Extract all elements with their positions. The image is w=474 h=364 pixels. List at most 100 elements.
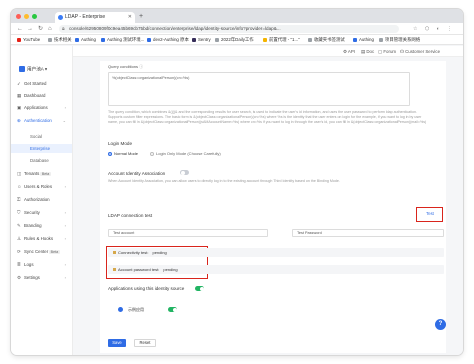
test-account-input[interactable]: Test account (108, 229, 268, 237)
sidebar-item-users-roles[interactable]: ☺ Users & Roles (17, 184, 52, 189)
sidebar-item-applications[interactable]: ▣ Applications (17, 105, 67, 111)
auth-icon: ⊕ (17, 118, 21, 123)
login-mode-only-radio[interactable]: Login Only Mode (Choose Carefully) (150, 151, 221, 156)
apps-icon: ▣ (17, 105, 22, 110)
support-link[interactable]: ☊ Customer Service (400, 46, 440, 57)
chevron-right-icon: › (64, 105, 66, 110)
chevron-right-icon: › (64, 184, 66, 189)
tenant-icon: ◫ (17, 171, 22, 176)
maximize-window-button[interactable] (32, 14, 37, 19)
home-icon[interactable]: ⌂ (48, 24, 52, 34)
bookmark-tech[interactable]: 技术相关 (48, 35, 72, 44)
app-enable-toggle[interactable] (168, 307, 177, 312)
bookmark-authing[interactable]: Authing (75, 35, 96, 44)
apps-using-source-toggle[interactable] (195, 286, 204, 291)
tab-bar: LDAP - Enterprise ✕ + (11, 9, 463, 23)
tab-close-icon[interactable]: ✕ (128, 12, 132, 23)
url-text: console/62950809f0c9ea45b69cb75bd/connec… (69, 26, 281, 31)
radio-checked-icon (108, 151, 112, 156)
bookmark-proxy[interactable]: 前置代理 - "1..." (263, 35, 300, 44)
address-bar[interactable]: 🔒︎ console/62950809f0c9ea45b69cb75bd/con… (59, 25, 399, 33)
bookmark-youtube[interactable]: YouTube (17, 35, 40, 44)
sidebar-item-dashboard[interactable]: ▦ Dashboard (17, 93, 45, 99)
save-button[interactable]: Save (108, 339, 126, 347)
settings-card: Query conditions ⓘ %(objectClass=organiz… (100, 61, 446, 353)
sidebar-item-sync-center[interactable]: ⟳ Sync Center Beta (17, 249, 60, 255)
reload-icon[interactable]: ↻ (38, 24, 43, 34)
query-conditions-help: The query condition, which combines &(|(… (108, 110, 427, 124)
bookmark-authing-2[interactable]: Authing (353, 35, 374, 44)
test-button[interactable]: Test (424, 210, 436, 218)
new-tab-icon[interactable]: + (139, 12, 143, 22)
sidebar-item-branding[interactable]: ✎ Branding (17, 223, 42, 229)
chevron-right-icon: › (64, 223, 66, 228)
main-content: Query conditions ⓘ %(objectClass=organiz… (73, 57, 463, 355)
sidebar-item-settings[interactable]: ⚙ Settings (17, 275, 40, 281)
favicon-icon (58, 15, 63, 20)
address-toolbar: ← → ↻ ⌂ 🔒︎ console/62950809f0c9ea45b69cb… (11, 23, 463, 35)
forum-link[interactable]: ▢ Forum (378, 46, 396, 57)
users-icon: ☺ (17, 184, 22, 189)
bookmark-sentry[interactable]: Sentry (192, 35, 211, 44)
bookmark-daily[interactable]: 2022年Daily工作 (215, 35, 254, 44)
app-logo-icon (118, 307, 123, 312)
sidebar-item-security[interactable]: ⛉ Security (17, 210, 40, 215)
back-icon[interactable]: ← (17, 24, 23, 34)
radio-unchecked-icon (150, 151, 154, 156)
sidebar-item-authorization[interactable]: ⚿ Authorization (17, 197, 50, 202)
bookmark-project[interactable]: 项目管理关系网络 (379, 35, 420, 44)
shield-icon: ⛉ (17, 210, 21, 215)
forward-icon[interactable]: → (27, 24, 33, 34)
userpool-switcher[interactable]: 用户池A ▾ (19, 66, 47, 73)
connectivity-status: pending (152, 250, 167, 255)
query-conditions-label: Query conditions ⓘ (108, 64, 144, 69)
chevron-right-icon: › (64, 275, 66, 280)
close-window-button[interactable] (16, 14, 21, 19)
bookmarks-bar: YouTube 技术相关 Authing Authing 测试环境... dev… (11, 35, 463, 45)
rocket-icon: ➶ (17, 81, 21, 86)
test-password-input[interactable]: Test Password (292, 229, 444, 237)
sidebar-sub-social[interactable]: Social (30, 134, 42, 139)
console-header: ⚙ API ▤ Doc ▢ Forum ☊ Customer Service (73, 46, 463, 57)
sidebar: 用户池A ▾ ➶ Get Started ▦ Dashboard ▣ Applicat… (11, 46, 73, 355)
account-association-help: When Account Identity Association, you c… (108, 179, 340, 183)
connectivity-test-row: Connectivity test: pending (108, 248, 444, 257)
userpool-logo-icon (19, 66, 25, 72)
chevron-right-icon: › (64, 210, 66, 215)
sidebar-sub-enterprise[interactable]: Enterprise (30, 146, 50, 151)
doc-link[interactable]: ▤ Doc (361, 46, 374, 57)
minimize-window-button[interactable] (24, 14, 29, 19)
reset-button[interactable]: Reset (134, 339, 156, 347)
beta-badge: Beta (40, 172, 51, 176)
sidebar-item-get-started[interactable]: ➶ Get Started (17, 81, 46, 87)
sidebar-item-rules-hooks[interactable]: ⚓︎ Rules & Hooks (17, 236, 53, 242)
browser-window: LDAP - Enterprise ✕ + ← → ↻ ⌂ 🔒︎ console… (11, 9, 463, 355)
api-link[interactable]: ⚙ API (343, 46, 355, 57)
apps-using-source-label: Applications using this identity source (108, 286, 185, 291)
gear-icon: ⚙ (17, 275, 21, 280)
key-icon: ⚿ (17, 197, 21, 202)
bookmark-dev2[interactable]: dev2-Authing 原本 (147, 35, 189, 44)
query-conditions-textarea[interactable]: %(objectClass=organizationalPerson)(cn=%… (108, 72, 410, 106)
account-password-test-row: Account password test: pending (108, 265, 444, 274)
status-icon (113, 268, 116, 271)
chevron-down-icon: ⌄ (62, 118, 66, 123)
account-password-status: pending (163, 267, 178, 272)
sidebar-item-tenants[interactable]: ◫ Tenants Beta (17, 171, 51, 177)
app-row: 示例应用 (118, 307, 144, 313)
login-mode-normal-radio[interactable]: Normal Mode (108, 151, 138, 156)
sidebar-sub-database[interactable]: Database (30, 158, 49, 163)
account-association-label: Account Identity Association (108, 171, 166, 176)
sidebar-item-logs[interactable]: ≣ Logs (17, 262, 34, 268)
account-association-toggle[interactable] (180, 170, 189, 175)
chevron-right-icon: › (64, 262, 66, 267)
bookmark-favorites[interactable]: 收藏夹书签测试 (308, 35, 345, 44)
sync-icon: ⟳ (17, 249, 21, 254)
beta-badge: Beta (49, 250, 60, 254)
extension-icons[interactable]: ☆ ⬡ ◐ ⋮ (413, 24, 455, 34)
brush-icon: ✎ (17, 223, 21, 228)
bookmark-authing-test[interactable]: Authing 测试环境... (101, 35, 144, 44)
help-button[interactable]: ? (435, 319, 446, 330)
sidebar-item-authentication[interactable]: ⊕ Authentication (17, 118, 52, 124)
browser-tab[interactable]: LDAP - Enterprise ✕ (55, 12, 135, 23)
